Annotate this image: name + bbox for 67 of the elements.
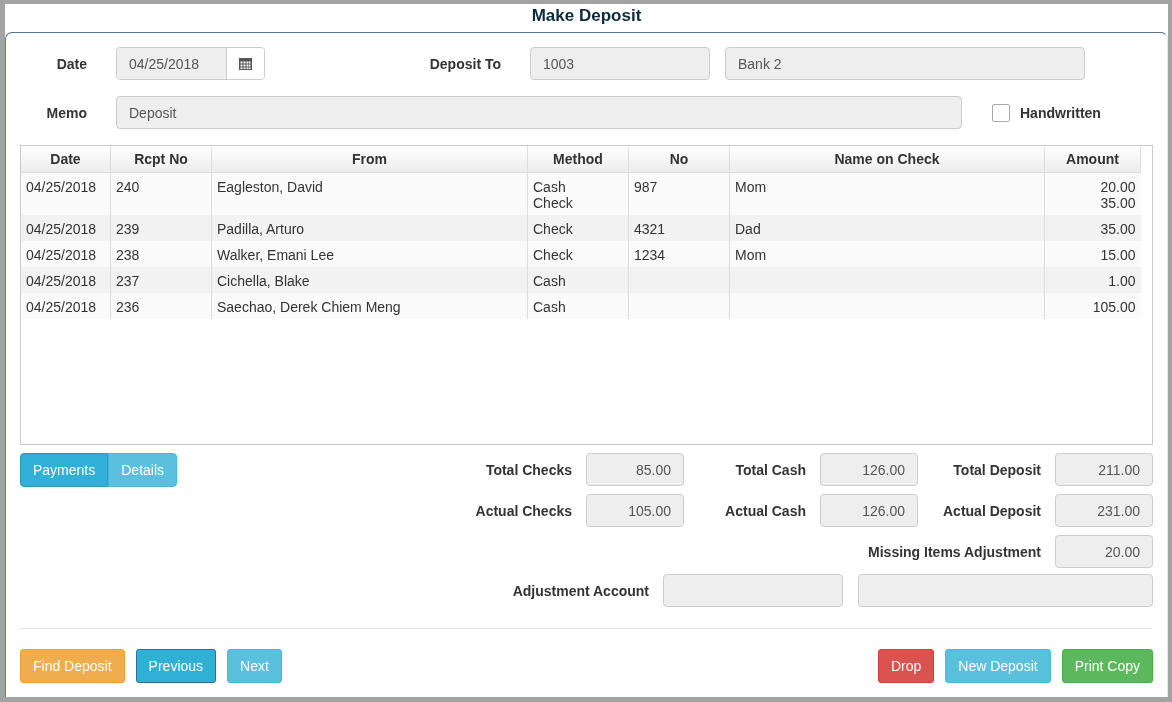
table-cell: Cash	[527, 293, 629, 319]
field-label: Actual Deposit	[942, 502, 1041, 519]
table-cell: Saechao, Derek Chiem Meng	[211, 293, 528, 319]
table-cell: Check	[527, 241, 629, 267]
table-cell: Dad	[729, 215, 1045, 241]
amount-field[interactable]: 105.00	[586, 494, 684, 527]
column-header[interactable]: Amount	[1044, 146, 1141, 173]
column-header[interactable]: Date	[21, 146, 111, 173]
column-header[interactable]: Method	[527, 146, 629, 173]
table-cell: Cash	[527, 267, 629, 293]
field-label: Total Deposit	[952, 461, 1041, 478]
account-name-field[interactable]: Bank 2	[725, 47, 1085, 80]
table-cell: Walker, Emani Lee	[211, 241, 528, 267]
column-header[interactable]: Name on Check	[729, 146, 1045, 173]
column-header[interactable]: No	[628, 146, 730, 173]
table-cell: 105.00	[1044, 293, 1141, 319]
table-cell: Check	[527, 215, 629, 241]
calendar-icon	[239, 57, 252, 70]
table-cell: Mom	[729, 172, 1045, 215]
table-cell: 35.00	[1044, 215, 1141, 241]
table-cell: Cash Check	[527, 172, 629, 215]
table-cell: Eagleston, David	[211, 172, 528, 215]
field-label: Memo	[45, 104, 87, 121]
drop-button[interactable]: Drop	[877, 649, 935, 683]
field-label: Missing Items Adjustment	[867, 543, 1041, 560]
table-cell: 237	[110, 267, 212, 293]
table-cell: 4321	[628, 215, 730, 241]
amount-field[interactable]: 20.00	[1055, 535, 1153, 568]
field-label: Actual Checks	[474, 502, 572, 519]
table-cell: 04/25/2018	[21, 215, 111, 241]
window-title: Make Deposit	[530, 5, 643, 27]
table-cell: Cichella, Blake	[211, 267, 528, 293]
table-cell: 04/25/2018	[21, 241, 111, 267]
account-name-field[interactable]	[858, 574, 1153, 607]
table-cell: 238	[110, 241, 212, 267]
field-label: Total Checks	[484, 461, 572, 478]
amount-field[interactable]: 126.00	[820, 453, 918, 486]
date-field[interactable]: 04/25/2018	[116, 47, 265, 80]
field-label: Total Cash	[734, 461, 806, 478]
account-number-field[interactable]	[663, 574, 843, 607]
field-label: Deposit To	[428, 55, 501, 72]
memo-field[interactable]: Deposit	[116, 96, 962, 129]
table-cell: 15.00	[1044, 241, 1141, 267]
amount-field[interactable]: 211.00	[1055, 453, 1153, 486]
table-cell: 04/25/2018	[21, 293, 111, 319]
field-label: Date	[55, 55, 87, 72]
table-cell: 04/25/2018	[21, 172, 111, 215]
table-cell: 1.00	[1044, 267, 1141, 293]
table-cell: 240	[110, 172, 212, 215]
field-label: Adjustment Account	[512, 582, 649, 599]
amount-field[interactable]: 126.00	[820, 494, 918, 527]
checkbox-label: Handwritten	[1020, 104, 1101, 121]
table-cell: 20.00 35.00	[1044, 172, 1141, 215]
table-cell: 236	[110, 293, 212, 319]
table-cell: 1234	[628, 241, 730, 267]
amount-field[interactable]: 85.00	[586, 453, 684, 486]
table-cell: 04/25/2018	[21, 267, 111, 293]
checkbox[interactable]	[992, 103, 1010, 122]
amount-field[interactable]: 231.00	[1055, 494, 1153, 527]
field-label: Actual Cash	[724, 502, 806, 519]
column-header[interactable]: From	[211, 146, 528, 173]
table-cell: Padilla, Arturo	[211, 215, 528, 241]
table-cell: 987	[628, 172, 730, 215]
table-cell: 239	[110, 215, 212, 241]
account-number-field[interactable]: 1003	[530, 47, 710, 80]
column-header[interactable]: Rcpt No	[110, 146, 212, 173]
table-cell: Mom	[729, 241, 1045, 267]
